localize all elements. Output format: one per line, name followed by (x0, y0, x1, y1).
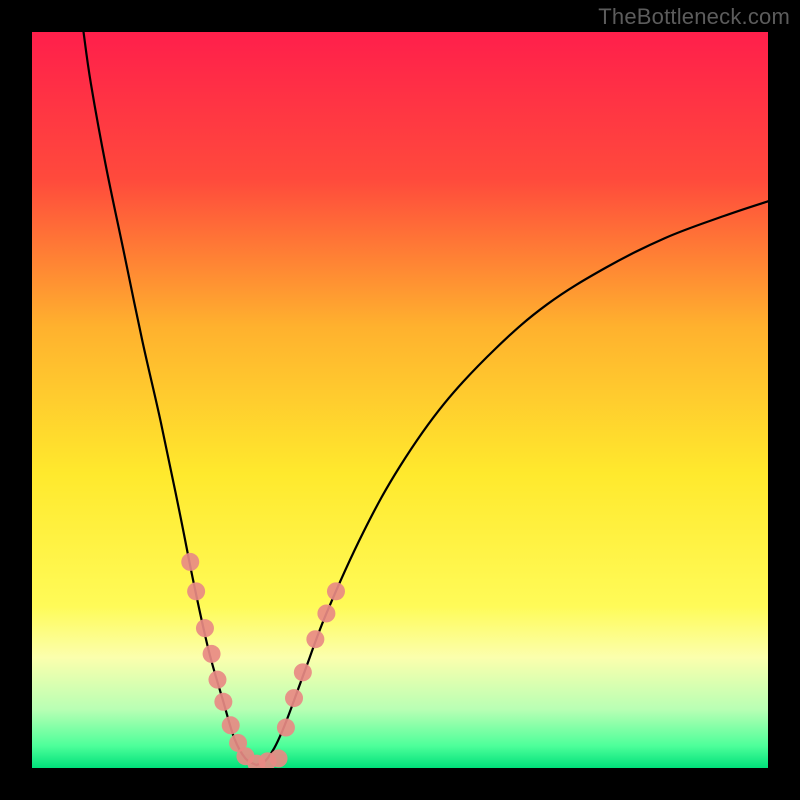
marker-point (285, 689, 303, 707)
marker-point (187, 582, 205, 600)
marker-point (306, 630, 324, 648)
marker-point (294, 663, 312, 681)
marker-point (317, 604, 335, 622)
plot-area (32, 32, 768, 768)
marker-point (277, 719, 295, 737)
gradient-background (32, 32, 768, 768)
marker-point (196, 619, 214, 637)
marker-point (214, 693, 232, 711)
marker-point (327, 582, 345, 600)
watermark-text: TheBottleneck.com (598, 4, 790, 30)
chart-svg (32, 32, 768, 768)
chart-frame: TheBottleneck.com (0, 0, 800, 800)
marker-point (203, 645, 221, 663)
marker-point (222, 716, 240, 734)
marker-point (270, 749, 288, 767)
marker-point (208, 671, 226, 689)
marker-point (181, 553, 199, 571)
